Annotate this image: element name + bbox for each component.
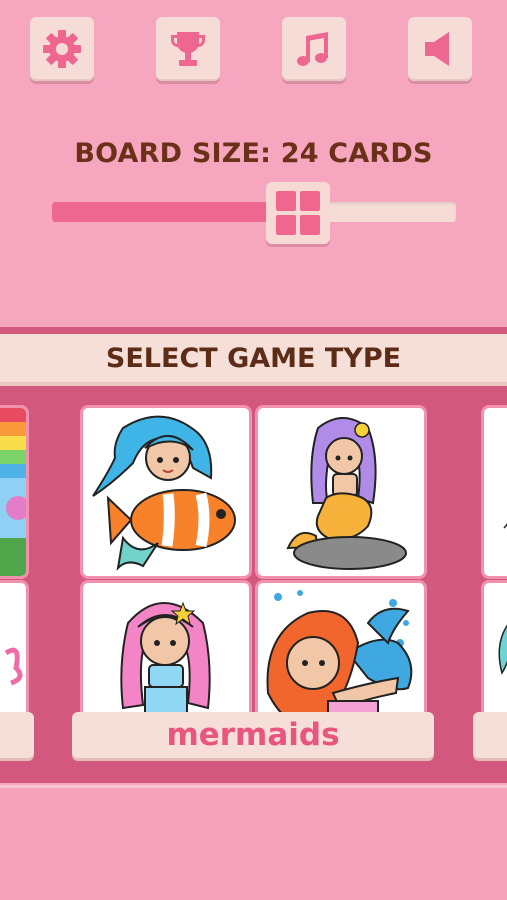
game-type-name: mermaids [166,717,340,753]
previous-set-card-top[interactable] [0,405,29,579]
trophy-icon [171,32,205,66]
mermaid-card-1[interactable] [80,405,252,579]
mermaid-card-2[interactable] [255,405,427,579]
achievements-button[interactable] [156,17,220,81]
next-set-card-top[interactable] [481,405,507,579]
mermaid-rock-image [286,417,407,570]
speaker-icon [425,32,449,66]
game-screen: BOARD SIZE: 24 CARDS SELECT GAME TYPE me… [0,0,507,900]
game-type-title: SELECT GAME TYPE [105,342,402,374]
game-type-label-plate[interactable]: mermaids [72,712,434,758]
bottom-bar [0,785,507,900]
game-type-header: SELECT GAME TYPE [0,334,507,382]
music-note-icon [297,32,328,66]
sound-button[interactable] [408,17,472,81]
board-size-label: BOARD SIZE: 24 CARDS [74,138,433,169]
board-size-slider[interactable] [52,202,456,222]
music-button[interactable] [282,17,346,81]
settings-button[interactable] [30,17,94,81]
next-set-label-plate[interactable] [473,712,507,758]
grid-icon [276,191,321,235]
gear-icon [43,30,81,68]
slider-handle[interactable] [266,182,331,244]
previous-set-label-plate[interactable] [0,712,34,758]
mermaid-clownfish-image [92,415,236,571]
slider-fill [52,202,299,222]
